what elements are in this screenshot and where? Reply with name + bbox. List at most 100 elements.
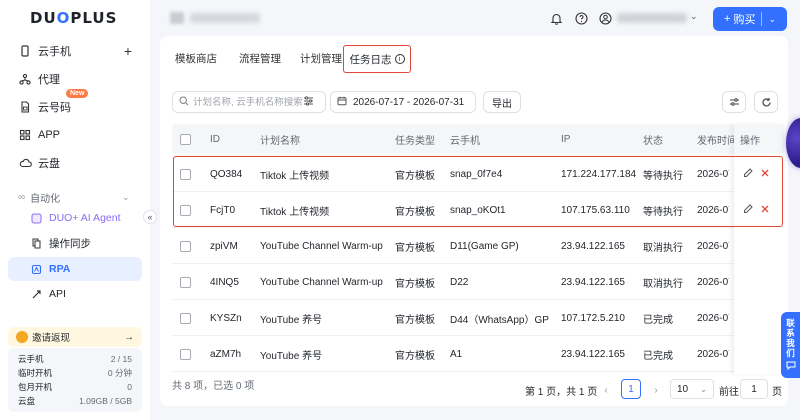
search-icon [179,95,189,109]
app-logo[interactable]: DUOPLUS [30,9,117,27]
tab-task-log[interactable]: 任务日志 i [343,45,411,73]
cloud-icon [18,156,32,170]
cell-publish-time: 2026-07- [697,240,729,252]
search-field[interactable] [193,96,303,108]
sidebar-item-cloud-number[interactable]: 云号码 New [8,89,142,119]
cell-plan-name: Tiktok 上传视频 [260,170,330,182]
page-unit: 页 [772,386,782,398]
sidebar-item-proxy[interactable]: 代理 [8,67,142,91]
cell-status: 等待执行 [643,206,683,218]
sidebar-item-app[interactable]: APP [8,123,142,147]
table-row[interactable]: 4INQ5 YouTube Channel Warm-up 官方模板 D22 23.94… [172,264,784,300]
stat-row: 包月开机 0 [18,382,132,392]
cell-ip: 107.175.63.110 [561,204,630,216]
table-row[interactable]: aZM7h YouTube 养号 官方模板 A1 23.94.122.165 已完成 202… [172,336,784,372]
sidebar-item-ai-agent[interactable]: DUO+ AI Agent [8,206,142,230]
cell-id: QO384 [210,168,243,180]
section-automation[interactable]: ∞ 自动化 ⌄ [18,190,130,205]
tab-flow-management[interactable]: 流程管理 [230,44,290,72]
sidebar-item-label: APP [38,129,61,141]
sidebar-item-label: 云手机 [38,46,71,58]
table-row[interactable]: zpiVM YouTube Channel Warm-up 官方模板 D11(Game… [172,228,784,264]
cell-task-type: 官方模板 [395,206,435,218]
row-checkbox[interactable] [180,336,191,372]
sidebar-item-api[interactable]: API [8,282,142,306]
invite-banner[interactable]: 邀请返现 → [8,327,142,347]
row-checkbox[interactable] [180,192,191,228]
cell-plan-name: Tiktok 上传视频 [260,206,330,218]
page-current[interactable]: 1 [621,379,641,399]
row-checkbox[interactable] [180,156,191,192]
table-row[interactable]: FcjT0 Tiktok 上传视频 官方模板 snap_oKOt1 107.175.63… [172,192,784,228]
settings-sliders-icon[interactable] [722,91,746,113]
tab-plan-management[interactable]: 计划管理 [294,44,348,72]
chevron-right-icon[interactable]: › [645,379,667,401]
cell-plan-name: YouTube Channel Warm-up [260,240,383,252]
edit-icon[interactable] [743,167,754,181]
cell-status: 已完成 [643,314,673,326]
cell-publish-time: 2026-07- [697,276,729,288]
sidebar-item-cloud-drive[interactable]: 云盘 [8,151,142,175]
main-card: 模板商店 流程管理 计划管理 任务日志 i 2026-07-17 - 2026-… [160,36,788,406]
row-actions [743,156,783,192]
row-checkbox[interactable] [180,300,191,336]
filter-icon[interactable] [303,95,314,109]
cell-ip: 23.94.122.165 [561,240,625,252]
buy-button[interactable]: + 购买 ⌄ [713,7,787,31]
chat-icon [786,361,796,372]
info-icon[interactable]: i [394,54,405,64]
row-checkbox[interactable] [180,264,191,300]
cell-publish-time: 2026-07- [697,204,729,216]
export-button[interactable]: 导出 [483,91,521,113]
date-range-picker[interactable]: 2026-07-17 - 2026-07-31 [330,91,476,113]
sidebar-item-cloud-phone[interactable]: 云手机 + [8,39,142,63]
col-task-type: 任务类型 [395,135,435,147]
cell-cloud-phone: snap_0f7e4 [450,168,503,180]
api-icon [30,288,43,301]
selection-summary: 共 8 项，已选 0 项 [172,381,255,392]
sidebar-item-label: 云盘 [38,158,60,170]
close-icon[interactable] [760,204,770,217]
refresh-icon[interactable] [754,91,778,113]
contact-us-button[interactable]: 联系我们 [781,312,800,378]
bell-icon[interactable] [548,10,564,26]
cell-id: aZM7h [210,348,242,360]
page-size-select[interactable]: 10 ⌄ [670,379,714,399]
coin-icon [16,331,28,343]
goto-page-input[interactable]: 1 [740,379,768,399]
table-row[interactable]: QO384 Tiktok 上传视频 官方模板 snap_0f7e4 171.224.17… [172,156,784,192]
add-icon[interactable]: + [124,43,132,59]
collapse-sidebar-icon[interactable]: « [143,210,157,224]
sidebar-item-rpa[interactable]: RPA [8,257,142,281]
select-all-checkbox[interactable] [180,124,191,154]
sim-icon [18,100,32,114]
help-icon[interactable] [573,10,589,26]
usage-stats: 云手机 2 / 15 临时开机 0 分钟 包月开机 0 云盘 1.09GB / 5GB [8,348,142,412]
tab-bar: 模板商店 流程管理 计划管理 任务日志 i [160,44,788,74]
assistant-orb[interactable] [786,118,800,168]
sidebar: DUOPLUS 云手机 + 代理 云号码 New APP 云盘 ∞ 自动化 ⌄ … [0,0,150,420]
user-name[interactable] [617,13,687,23]
stat-row: 临时开机 0 分钟 [18,368,132,378]
tab-template-store[interactable]: 模板商店 [166,44,226,72]
close-icon[interactable] [760,168,770,181]
table-row[interactable]: KYSZn YouTube 养号 官方模板 D44（WhatsApp）GP 107.17… [172,300,784,336]
arrow-right-icon: → [124,331,134,343]
cell-id: FcjT0 [210,204,235,216]
calendar-icon [337,96,347,109]
cell-ip: 23.94.122.165 [561,276,625,288]
cell-cloud-phone: D44（WhatsApp）GP [450,314,549,326]
edit-icon[interactable] [743,203,754,217]
search-input[interactable] [172,91,326,113]
chevron-left-icon[interactable]: ‹ [595,379,617,401]
cell-ip: 107.172.5.210 [561,312,625,324]
workspace-name[interactable] [190,13,260,23]
cell-plan-name: YouTube Channel Warm-up [260,276,383,288]
col-status: 状态 [643,135,663,147]
sidebar-item-sync[interactable]: 操作同步 [8,231,142,255]
avatar-icon[interactable] [597,10,613,26]
chevron-down-icon[interactable]: ⌄ [690,11,698,22]
cell-plan-name: YouTube 养号 [260,314,323,326]
cell-status: 已完成 [643,350,673,362]
row-checkbox[interactable] [180,228,191,264]
